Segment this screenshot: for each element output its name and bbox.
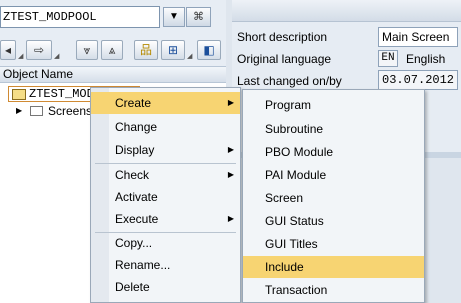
menu-item-label: Check: [115, 168, 150, 182]
glasses-icon: ⌘: [193, 11, 204, 23]
collapse-icon: ⩔: [83, 43, 91, 57]
original-language-label: Original language: [237, 52, 332, 66]
menu-item-label: Execute: [115, 212, 159, 226]
short-description-label: Short description: [237, 30, 328, 44]
submenu-item-program[interactable]: Program: [243, 94, 424, 116]
tree-header-label: Object Name: [3, 67, 74, 81]
menu-item-execute[interactable]: Execute ▶: [91, 208, 240, 230]
menu-item-display[interactable]: Display ▶: [91, 139, 240, 161]
menu-item-change[interactable]: Change: [91, 116, 240, 138]
short-description-field[interactable]: Main Screen: [378, 27, 458, 47]
menu-item-activate[interactable]: Activate: [91, 186, 240, 208]
object-list-button[interactable]: ◧: [197, 40, 221, 60]
folder-open-icon: [12, 89, 26, 100]
menu-item-label: Program: [265, 98, 312, 112]
hierarchy-button[interactable]: 品: [134, 40, 158, 60]
menu-item-label: Rename...: [115, 258, 171, 272]
submenu-arrow-icon: ▶: [227, 214, 234, 223]
menu-item-label: Screen: [265, 191, 304, 205]
menu-item-rename[interactable]: Rename...: [91, 254, 240, 276]
dropdown-button[interactable]: ▼: [163, 7, 185, 27]
submenu-item-pai-module[interactable]: PAI Module: [243, 164, 424, 186]
submenu-item-transaction[interactable]: Transaction: [243, 279, 424, 301]
menu-item-label: Transaction: [265, 283, 328, 297]
forward-arrow-icon: ⇨: [33, 43, 45, 57]
settings-icon: ⊞: [167, 43, 179, 57]
submenu-arrow-icon: ▶: [227, 98, 234, 107]
submenu-item-include[interactable]: Include: [243, 256, 424, 278]
small-arrow-icon: ◢: [187, 53, 193, 60]
menu-item-create[interactable]: Create ▶: [91, 92, 240, 114]
menu-item-label: Change: [115, 120, 158, 134]
menu-item-label: Create: [115, 96, 152, 110]
menu-item-label: Copy...: [115, 236, 153, 250]
menu-item-label: Activate: [115, 190, 158, 204]
navigator-toolbar: ◂ ◢ ⇨ ◢ ⩔ ⩓ 品 ⊞ ◢ ◧: [0, 40, 226, 62]
context-menu: Create ▶ Change Display ▶ Check ▶ Activa…: [90, 87, 241, 303]
tree-column-header: Object Name: [0, 66, 226, 83]
language-code-field: EN: [378, 50, 398, 67]
tree-node-label: Screens: [48, 104, 93, 118]
program-name-input[interactable]: ZTEST_MODPOOL: [0, 6, 160, 28]
folder-icon: [30, 106, 43, 116]
menu-item-label: Delete: [115, 280, 150, 294]
collapse-button[interactable]: ⩔: [76, 40, 98, 60]
object-list-icon: ◧: [203, 43, 215, 57]
submenu-item-gui-titles[interactable]: GUI Titles: [243, 233, 424, 255]
expand-triangle-icon[interactable]: ▶: [16, 106, 22, 115]
back-button[interactable]: ◂: [0, 40, 16, 60]
expand-icon: ⩓: [108, 43, 116, 57]
attributes-header: [232, 0, 461, 22]
submenu-item-subroutine[interactable]: Subroutine: [243, 118, 424, 140]
last-changed-label: Last changed on/by: [237, 74, 342, 88]
menu-item-label: Display: [115, 143, 155, 157]
back-arrow-icon: ◂: [4, 43, 12, 57]
submenu-arrow-icon: ▶: [227, 170, 234, 179]
forward-button[interactable]: ⇨: [26, 40, 52, 60]
menu-item-label: GUI Titles: [265, 237, 318, 251]
menu-item-label: PAI Module: [265, 168, 327, 182]
submenu-item-pbo-module[interactable]: PBO Module: [243, 141, 424, 163]
submenu-item-gui-status[interactable]: GUI Status: [243, 210, 424, 232]
small-arrow-icon: ◢: [18, 53, 24, 60]
last-changed-date-field: 03.07.2012: [378, 70, 458, 90]
menu-item-delete[interactable]: Delete: [91, 276, 240, 298]
submenu-arrow-icon: ▶: [227, 145, 234, 154]
menu-item-label: GUI Status: [265, 214, 324, 228]
hierarchy-icon: 品: [139, 43, 152, 57]
menu-item-label: Subroutine: [265, 122, 324, 136]
expand-button[interactable]: ⩓: [101, 40, 123, 60]
create-submenu: Program Subroutine PBO Module PAI Module…: [242, 89, 425, 303]
menu-item-label: PBO Module: [265, 145, 334, 159]
display-button[interactable]: ⌘: [186, 7, 211, 27]
settings-button[interactable]: ⊞: [161, 40, 185, 60]
small-arrow-icon: ◢: [54, 53, 60, 60]
menu-item-check[interactable]: Check ▶: [91, 164, 240, 186]
language-name: English: [406, 52, 446, 66]
program-selector: ZTEST_MODPOOL ▼ ⌘: [0, 6, 226, 28]
dropdown-arrow-icon: ▼: [169, 11, 179, 22]
menu-item-label: Include: [265, 260, 304, 274]
menu-item-copy[interactable]: Copy...: [91, 232, 240, 254]
submenu-item-screen[interactable]: Screen: [243, 187, 424, 209]
